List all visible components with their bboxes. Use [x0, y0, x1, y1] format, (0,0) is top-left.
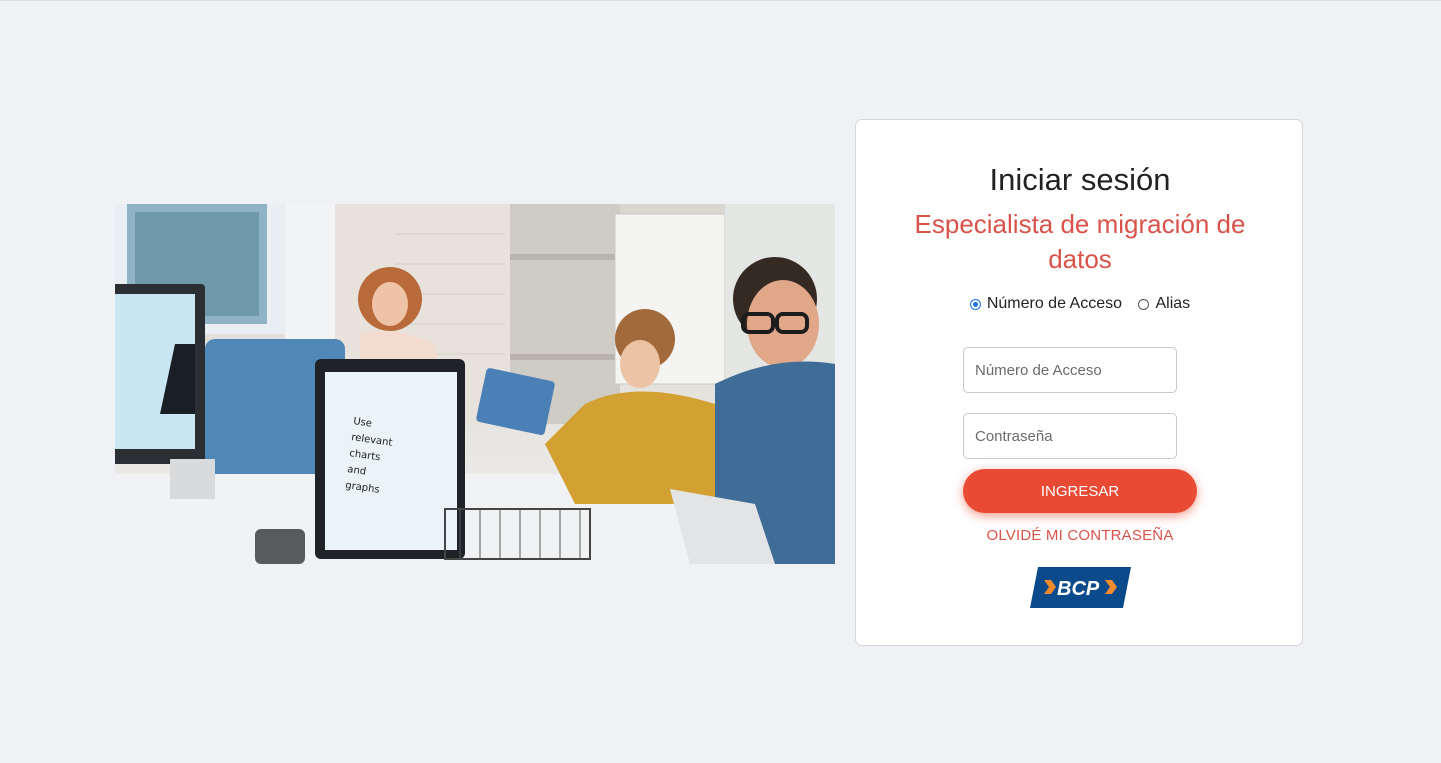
- radio-alias-button[interactable]: [1138, 298, 1150, 310]
- hero-office-illustration: Use relevant charts and graphs: [115, 204, 835, 564]
- forgot-password-link[interactable]: OLVIDÉ MI CONTRASEÑA: [856, 527, 1304, 544]
- bcp-logo-text: BCP: [1057, 578, 1100, 600]
- radio-access-number[interactable]: Número de Acceso: [969, 295, 1123, 313]
- submit-button[interactable]: INGRESAR: [963, 469, 1197, 513]
- radio-alias-label: Alias: [1155, 295, 1191, 312]
- login-title: Iniciar sesión: [989, 162, 1171, 197]
- bcp-logo: BCP: [1030, 567, 1131, 608]
- hero-office-image: Use relevant charts and graphs: [115, 204, 835, 564]
- access-number-input[interactable]: [963, 347, 1177, 393]
- password-input[interactable]: [963, 413, 1177, 459]
- radio-access-number-label: Número de Acceso: [986, 295, 1123, 312]
- login-mode-radio-group: Número de Acceso Alias: [856, 295, 1304, 315]
- login-subtitle: Especialista de migración de datos: [914, 209, 1246, 274]
- top-divider: [0, 0, 1441, 1]
- radio-alias[interactable]: Alias: [1138, 295, 1190, 313]
- login-card: Iniciar sesión Especialista de migración…: [855, 119, 1303, 646]
- radio-access-number-button[interactable]: [969, 298, 981, 310]
